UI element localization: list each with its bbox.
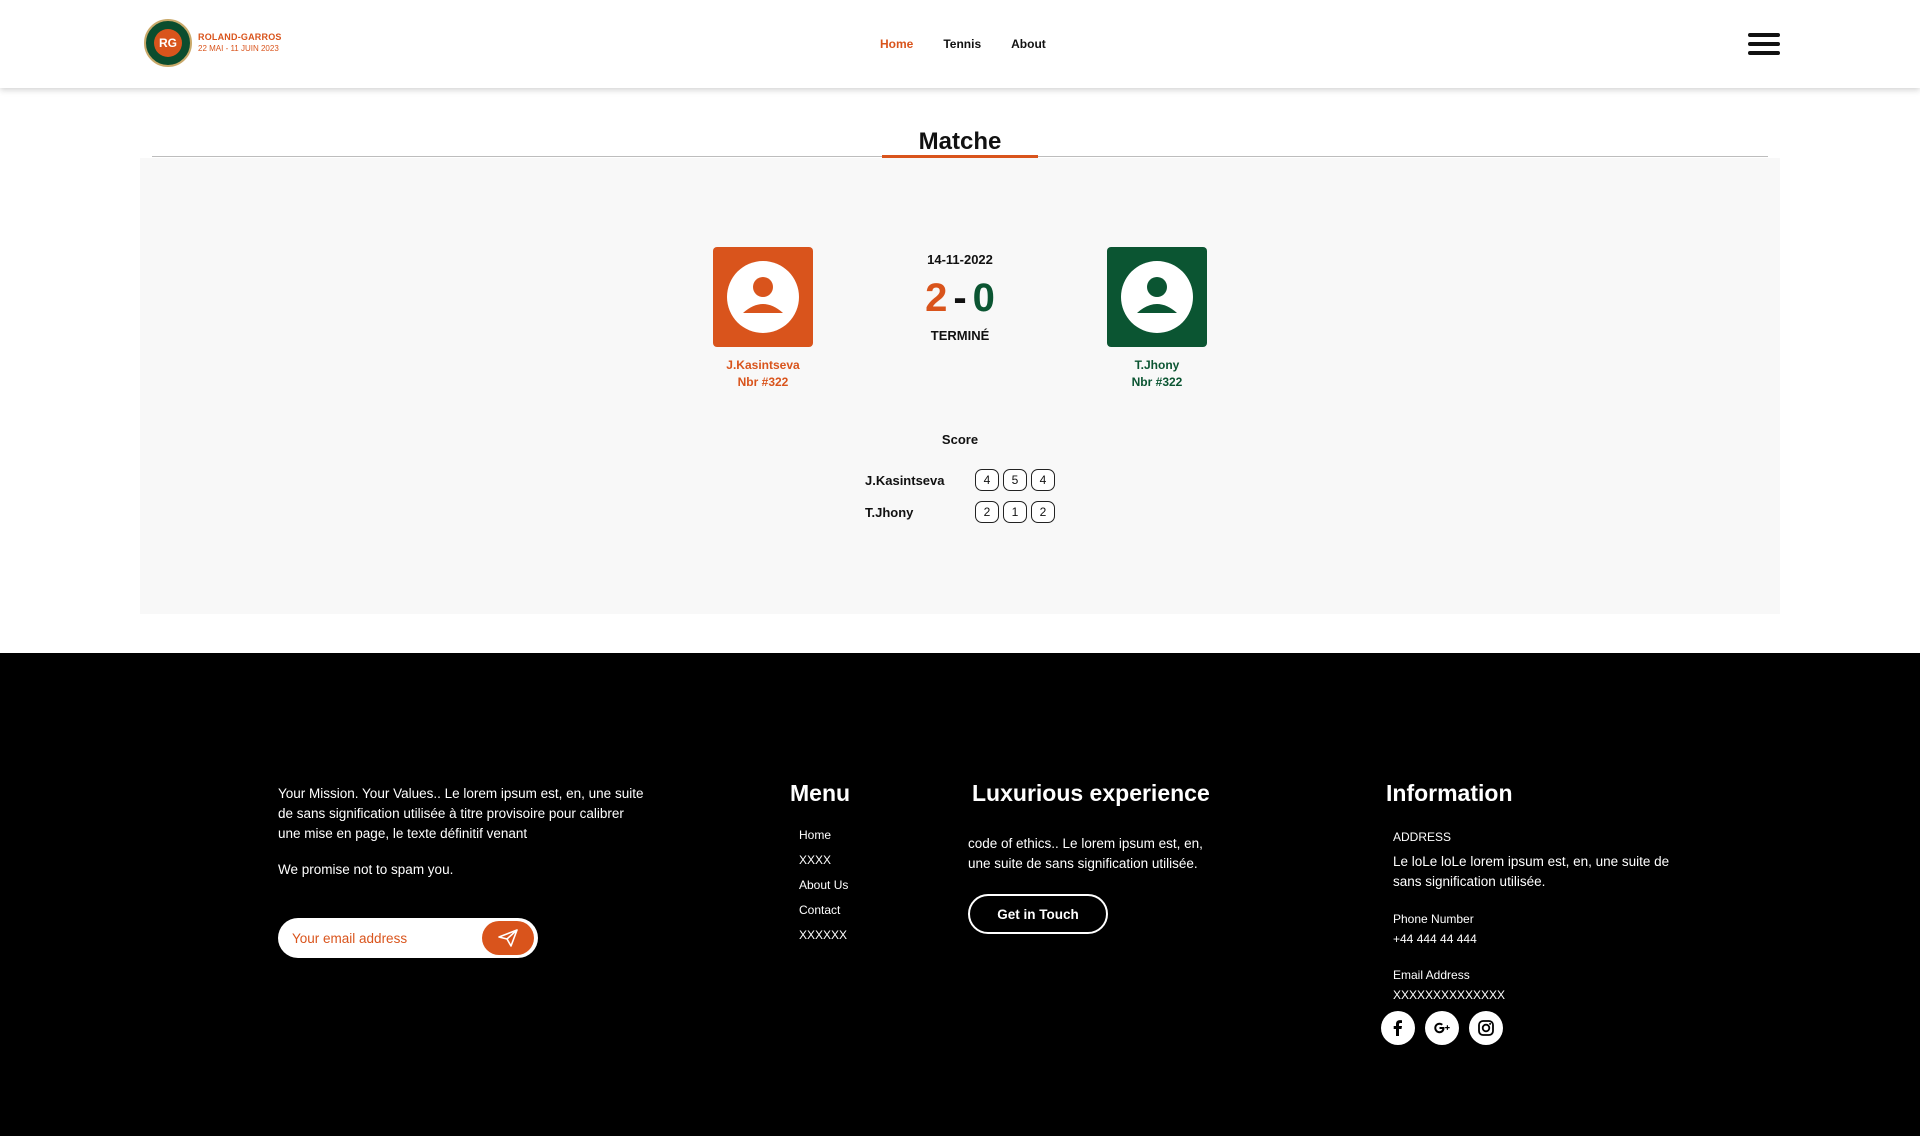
set-score: 5 [1003,469,1027,491]
player2-number: Nbr #322 [1131,375,1183,389]
google-plus-icon[interactable] [1425,1011,1459,1045]
email-input[interactable] [292,928,472,948]
set-score: 1 [1003,501,1027,523]
email-value: XXXXXXXXXXXXXX [1393,988,1506,1002]
score-player-name: J.Kasintseva [865,472,945,488]
match-score: 2-0 [860,272,1060,324]
match-status: TERMINÉ [930,328,990,343]
score-separator: - [953,276,967,320]
roland-garros-seal-icon [144,19,192,67]
logo-dates: 22 MAI - 11 JUIN 2023 [198,44,279,53]
user-icon [1121,261,1193,333]
page-title: Matche [918,128,1002,155]
google-plus-glyph [1434,1022,1450,1034]
information-title: Information [1386,780,1513,806]
email-label: Email Address [1393,968,1470,982]
score-player-name: T.Jhony [865,504,914,520]
burger-bar [1748,51,1780,55]
logo-name: ROLAND-GARROS [198,32,282,42]
luxurious-title: Luxurious experience [972,780,1210,806]
phone-value: +44 444 44 444 [1393,932,1477,946]
score-home: 2 [925,276,948,320]
set-score: 4 [975,469,999,491]
match-date: 14-11-2022 [927,252,993,267]
send-button[interactable] [482,921,534,955]
footer-menu-item[interactable]: XXXX [799,853,848,878]
set-score: 4 [1031,469,1055,491]
instagram-glyph [1478,1020,1494,1036]
set-score: 2 [1031,501,1055,523]
site-header: ROLAND-GARROS 22 MAI - 11 JUIN 2023 Home… [0,0,1920,88]
facebook-glyph [1393,1020,1402,1036]
set-score: 2 [975,501,999,523]
phone-label: Phone Number [1393,912,1474,926]
promise-text: We promise not to spam you. [278,862,454,877]
site-footer: Your Mission. Your Values.. Le lorem ips… [0,653,1920,1136]
main-nav: Home Tennis About [880,37,1076,51]
nav-about[interactable]: About [1011,37,1046,51]
score-away: 0 [972,276,995,320]
mission-text: Your Mission. Your Values.. Le lorem ips… [278,786,644,841]
player2-name[interactable]: T.Jhony [1077,358,1237,372]
hamburger-menu-icon[interactable] [1748,33,1780,55]
newsletter-form [278,918,538,958]
footer-menu-item[interactable]: XXXXXX [799,928,848,953]
get-in-touch-button[interactable]: Get in Touch [968,894,1108,934]
match-panel [140,158,1780,614]
score-row: T.Jhony 2 1 2 [865,500,1059,524]
instagram-icon[interactable] [1469,1011,1503,1045]
score-row: J.Kasintseva 4 5 4 [865,468,1059,492]
player1-avatar[interactable] [713,247,813,347]
user-icon [727,261,799,333]
menu-title: Menu [790,780,851,806]
roland-garros-logo[interactable]: ROLAND-GARROS 22 MAI - 11 JUIN 2023 [144,19,282,67]
burger-bar [1748,33,1780,37]
facebook-icon[interactable] [1381,1011,1415,1045]
burger-bar [1748,42,1780,46]
logo-text: ROLAND-GARROS 22 MAI - 11 JUIN 2023 [198,32,282,54]
footer-menu-item[interactable]: Contact [799,903,848,928]
player2-avatar[interactable] [1107,247,1207,347]
nav-home[interactable]: Home [880,37,913,51]
address-text: Le loLe loLe lorem ipsum est, en, une su… [1393,854,1670,889]
player1-name[interactable]: J.Kasintseva [683,358,843,372]
footer-menu-item[interactable]: About Us [799,878,848,903]
luxurious-text: code of ethics.. Le lorem ipsum est, en,… [968,836,1203,871]
footer-menu-item[interactable]: Home [799,828,848,853]
player1-number: Nbr #322 [737,375,789,389]
score-title: Score [941,432,979,447]
nav-tennis[interactable]: Tennis [943,37,981,51]
footer-menu: Home XXXX About Us Contact XXXXXX [799,828,848,953]
address-label: ADDRESS [1393,830,1452,844]
paper-plane-icon [498,929,518,947]
